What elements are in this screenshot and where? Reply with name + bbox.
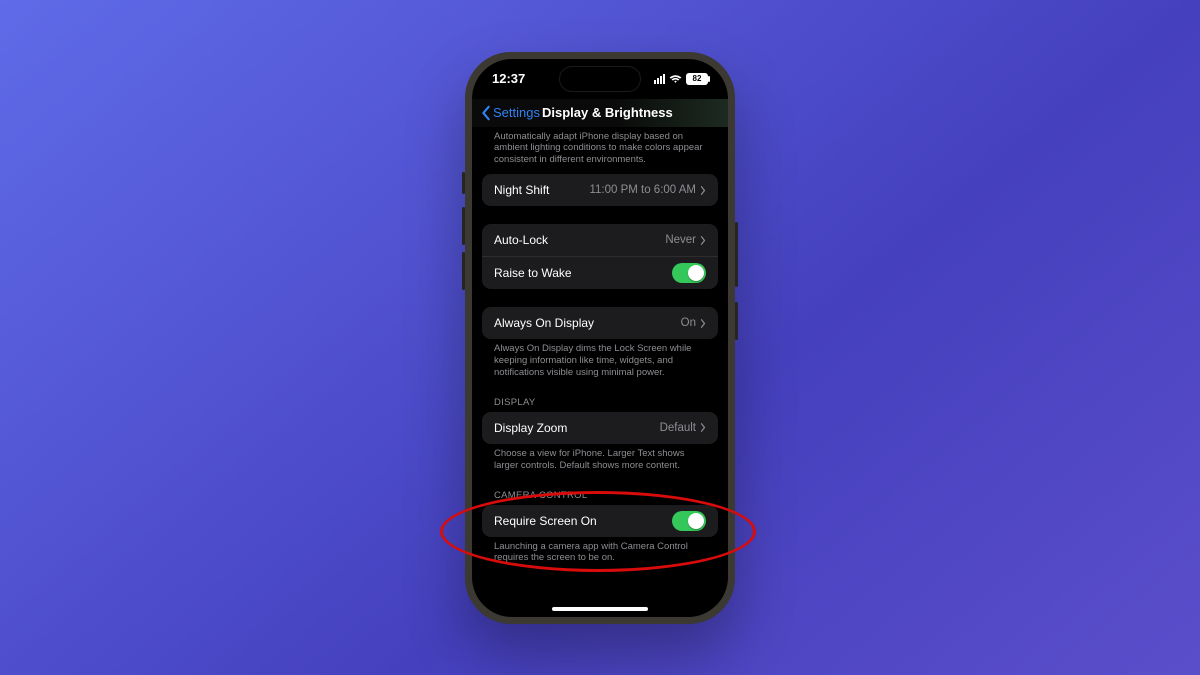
true-tone-footnote: Automatically adapt iPhone display based… (482, 127, 718, 175)
require-screen-on-row[interactable]: Require Screen On (482, 505, 718, 537)
chevron-left-icon (480, 105, 492, 121)
raise-to-wake-row[interactable]: Raise to Wake (482, 256, 718, 289)
display-zoom-group: Display Zoom Default (482, 412, 718, 444)
dynamic-island (560, 67, 640, 91)
display-zoom-footnote: Choose a view for iPhone. Larger Text sh… (482, 444, 718, 480)
lock-group: Auto-Lock Never Raise to Wake (482, 224, 718, 289)
wifi-icon (669, 74, 682, 84)
back-button[interactable]: Settings (480, 105, 540, 121)
status-time: 12:37 (492, 71, 525, 86)
night-shift-group: Night Shift 11:00 PM to 6:00 AM (482, 174, 718, 206)
display-zoom-row[interactable]: Display Zoom Default (482, 412, 718, 444)
page-title: Display & Brightness (542, 105, 673, 120)
display-section-header: Display (482, 387, 718, 412)
auto-lock-row[interactable]: Auto-Lock Never (482, 224, 718, 256)
always-on-label: Always On Display (494, 316, 594, 330)
night-shift-label: Night Shift (494, 183, 549, 197)
always-on-value: On (681, 317, 696, 329)
chevron-right-icon (700, 319, 706, 328)
cellular-signal-icon (654, 74, 665, 84)
navigation-bar: Settings Display & Brightness (472, 99, 728, 127)
camera-control-group: Require Screen On (482, 505, 718, 537)
status-bar: 12:37 82 (472, 59, 728, 99)
home-indicator[interactable] (552, 607, 648, 611)
always-on-group: Always On Display On (482, 307, 718, 339)
auto-lock-label: Auto-Lock (494, 233, 548, 247)
always-on-display-row[interactable]: Always On Display On (482, 307, 718, 339)
raise-to-wake-toggle[interactable] (672, 263, 706, 283)
settings-list[interactable]: Automatically adapt iPhone display based… (472, 127, 728, 605)
always-on-footnote: Always On Display dims the Lock Screen w… (482, 339, 718, 387)
auto-lock-value: Never (665, 234, 696, 246)
back-label: Settings (493, 105, 540, 120)
display-zoom-value: Default (660, 422, 696, 434)
display-zoom-label: Display Zoom (494, 421, 567, 435)
chevron-right-icon (700, 236, 706, 245)
stage-background: 12:37 82 (0, 0, 1200, 675)
battery-level: 82 (693, 74, 702, 83)
chevron-right-icon (700, 186, 706, 195)
iphone-frame: 12:37 82 (465, 52, 735, 624)
night-shift-row[interactable]: Night Shift 11:00 PM to 6:00 AM (482, 174, 718, 206)
night-shift-value: 11:00 PM to 6:00 AM (589, 184, 696, 196)
camera-control-section-header: Camera Control (482, 480, 718, 505)
require-screen-on-toggle[interactable] (672, 511, 706, 531)
chevron-right-icon (700, 423, 706, 432)
raise-to-wake-label: Raise to Wake (494, 266, 572, 280)
require-screen-on-footnote: Launching a camera app with Camera Contr… (482, 537, 718, 573)
battery-indicator: 82 (686, 73, 708, 85)
require-screen-on-label: Require Screen On (494, 514, 597, 528)
